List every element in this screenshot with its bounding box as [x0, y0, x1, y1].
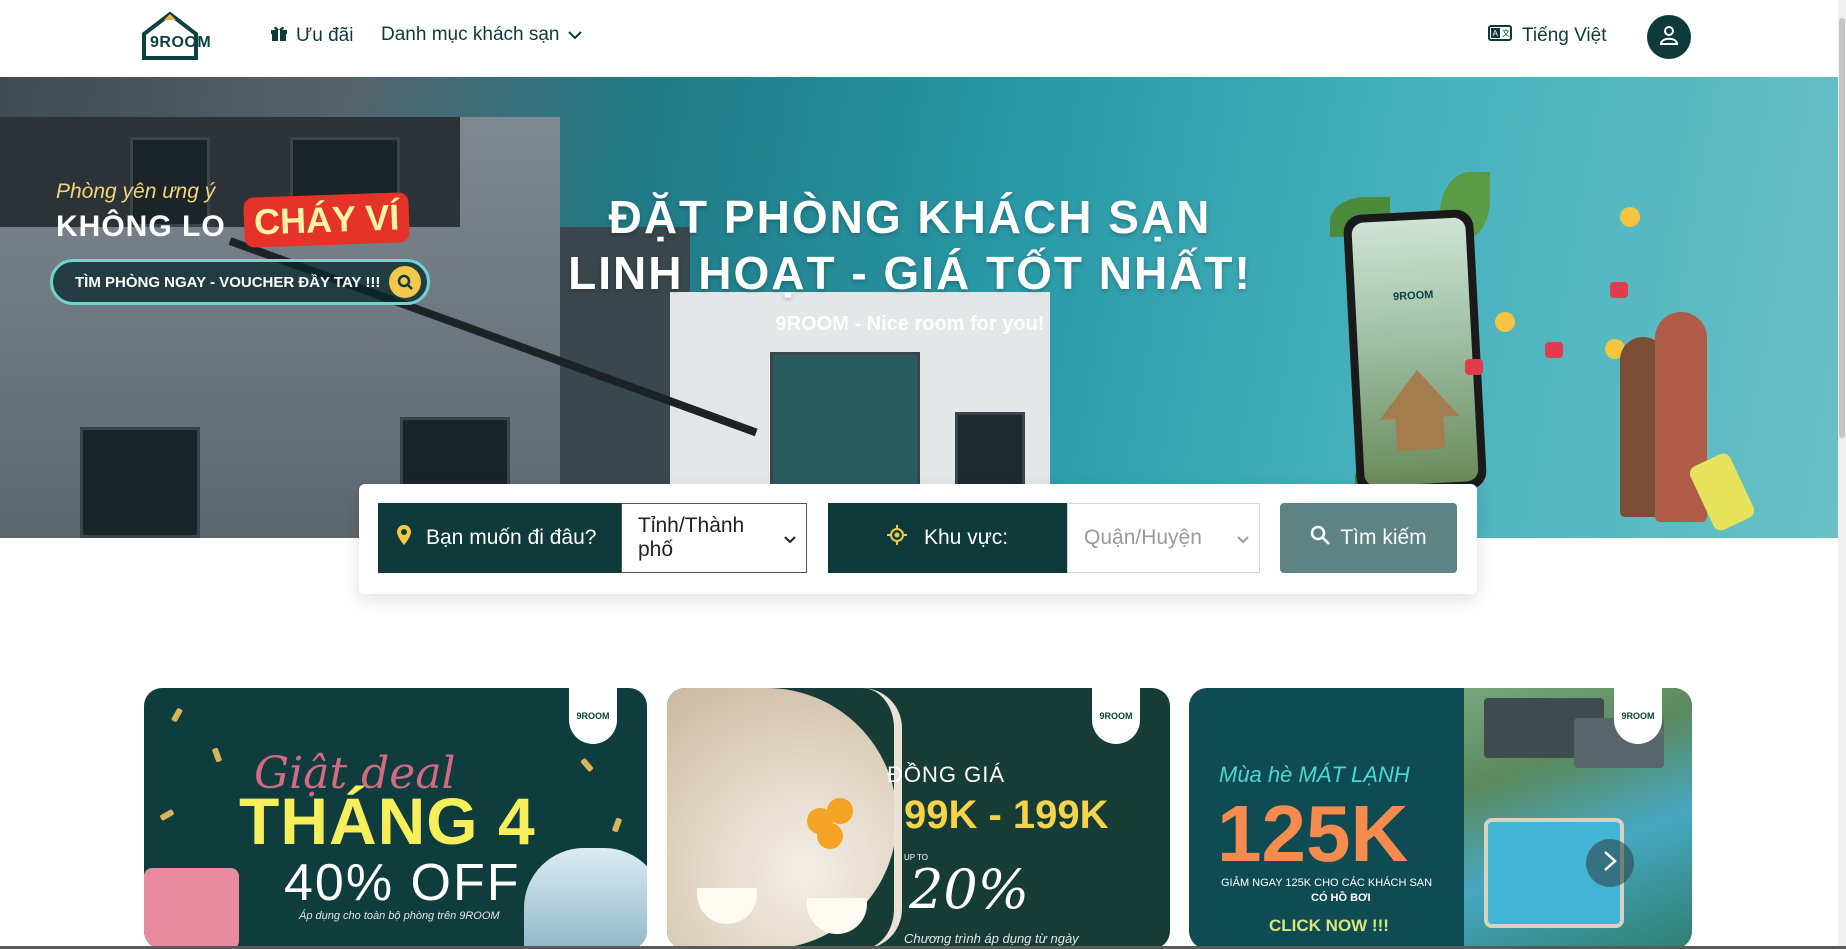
- page-scrollbar[interactable]: [1838, 0, 1846, 949]
- city-select[interactable]: Tỉnh/Thành phố: [621, 503, 807, 573]
- nav-hotel-category-dropdown[interactable]: Danh mục khách sạn: [381, 24, 582, 46]
- gift-box-image: [144, 868, 239, 949]
- banner-label: ĐỒNG GIÁ: [887, 762, 1006, 787]
- phone-logo: 9ROOM: [1392, 288, 1434, 304]
- chevron-down-icon: [1237, 526, 1249, 550]
- search-button[interactable]: Tìm kiếm: [1280, 503, 1457, 573]
- heart-icon: [1610, 282, 1628, 298]
- search-button-label: Tìm kiếm: [1340, 526, 1427, 549]
- hero-title-line1: ĐẶT PHÒNG KHÁCH SẠN: [608, 191, 1212, 243]
- banner-logo: 9ROOM: [569, 688, 617, 744]
- promo-cta-pill[interactable]: TÌM PHÒNG NGAY - VOUCHER ĐẦY TAY !!!: [50, 259, 430, 305]
- locate-icon: [886, 524, 908, 552]
- language-switcher[interactable]: A文 Tiếng Việt: [1488, 25, 1607, 47]
- user-icon: [1659, 25, 1679, 50]
- area-label: Khu vực:: [828, 503, 1068, 573]
- district-select[interactable]: Quận/Huyện: [1067, 503, 1260, 573]
- promo-banner-summer[interactable]: Mùa hè MÁT LẠNH 125K GIẢM NGAY 125K CHO …: [1189, 688, 1692, 949]
- hero-subtitle: 9ROOM - Nice room for you!: [775, 313, 1045, 335]
- chevron-right-icon: [1603, 850, 1617, 877]
- search-icon: [1310, 525, 1331, 551]
- district-select-value: Quận/Huyện: [1084, 526, 1202, 549]
- banner-note: Chương trình áp dụng từ ngày: [904, 931, 1079, 946]
- heart-icon: [1545, 342, 1563, 358]
- banner-headline: 125K: [1217, 789, 1409, 878]
- promo-tagline: Phòng yên ưng ý: [56, 180, 216, 203]
- area-label-text: Khu vực:: [924, 526, 1009, 549]
- banner-label: Mùa hè MÁT LẠNH: [1219, 762, 1410, 787]
- hero-banner[interactable]: Phòng yên ưng ý KHÔNG LO CHÁY VÍ TÌM PHÒ…: [0, 77, 1846, 538]
- hotel-search-form: Bạn muốn đi đâu? Tỉnh/Thành phố Khu vực:…: [359, 484, 1477, 594]
- banner-headline: THÁNG 4: [239, 784, 536, 858]
- banner-price: 99K - 199K: [904, 793, 1109, 837]
- promo-banner-april[interactable]: Giật deal THÁNG 4 40% OFF Áp dụng cho to…: [144, 688, 647, 949]
- promo-hot-badge: CHÁY VÍ: [243, 192, 411, 248]
- user-account-button[interactable]: [1647, 15, 1691, 59]
- banner-desc-line2: CÓ HỒ BƠI: [1311, 892, 1371, 904]
- carousel-next-button[interactable]: [1586, 839, 1634, 887]
- search-icon: [389, 266, 421, 298]
- city-select-value: Tỉnh/Thành phố: [638, 514, 745, 561]
- brand-logo-text: 9ROOM: [150, 34, 212, 51]
- phone-illustration: 9ROOM: [1342, 208, 1488, 496]
- banner-desc-line1: GIẢM NGAY 125K CHO CÁC KHÁCH SẠN: [1221, 877, 1433, 889]
- nav-deals[interactable]: Ưu đãi: [270, 24, 353, 48]
- hero-title-line2: LINH HOẠT - GIÁ TỐT NHẤT!: [568, 247, 1252, 299]
- promo-banner-flat-price[interactable]: ĐỒNG GIÁ 99K - 199K UP TO 20% Chương trì…: [667, 688, 1170, 949]
- banner-cta: CLICK NOW !!!: [1269, 916, 1389, 935]
- promo-cta-label: TÌM PHÒNG NGAY - VOUCHER ĐẦY TAY !!!: [75, 273, 381, 291]
- hut-image: [1377, 368, 1461, 452]
- destination-label-text: Bạn muốn đi đâu?: [426, 526, 597, 549]
- heart-icon: [1465, 359, 1483, 375]
- promo-headline: KHÔNG LO: [56, 210, 226, 243]
- cloud-image: [524, 848, 647, 949]
- nav-deals-label: Ưu đãi: [296, 25, 354, 46]
- emoji-icon: [1495, 312, 1515, 332]
- chevron-down-icon: [567, 24, 582, 46]
- destination-label: Bạn muốn đi đâu?: [378, 503, 622, 573]
- banner-note: Áp dụng cho toàn bộ phòng trên 9ROOM: [299, 910, 500, 922]
- banner-logo: 9ROOM: [1614, 688, 1662, 744]
- svg-text:A: A: [1493, 29, 1499, 38]
- language-label: Tiếng Việt: [1522, 25, 1607, 46]
- banner-percent: 20%: [909, 858, 1030, 921]
- banner-description: GIẢM NGAY 125K CHO CÁC KHÁCH SẠN CÓ HỒ B…: [1221, 876, 1432, 906]
- language-icon: A文: [1488, 25, 1512, 47]
- hero-title: ĐẶT PHÒNG KHÁCH SẠN LINH HOẠT - GIÁ TỐT …: [540, 189, 1280, 301]
- top-navbar: 9ROOM Ưu đãi Danh mục khách sạn A文 Tiếng…: [0, 0, 1846, 77]
- gift-icon: [270, 24, 288, 48]
- nav-category-label: Danh mục khách sạn: [381, 24, 560, 45]
- chevron-down-icon: [784, 526, 796, 550]
- scrollbar-thumb[interactable]: [1839, 18, 1845, 438]
- svg-text:文: 文: [1502, 28, 1510, 38]
- banner-offer: 40% OFF: [284, 854, 521, 912]
- map-pin-icon: [396, 524, 412, 552]
- banner-logo: 9ROOM: [1092, 688, 1140, 744]
- emoji-icon: [1620, 207, 1640, 227]
